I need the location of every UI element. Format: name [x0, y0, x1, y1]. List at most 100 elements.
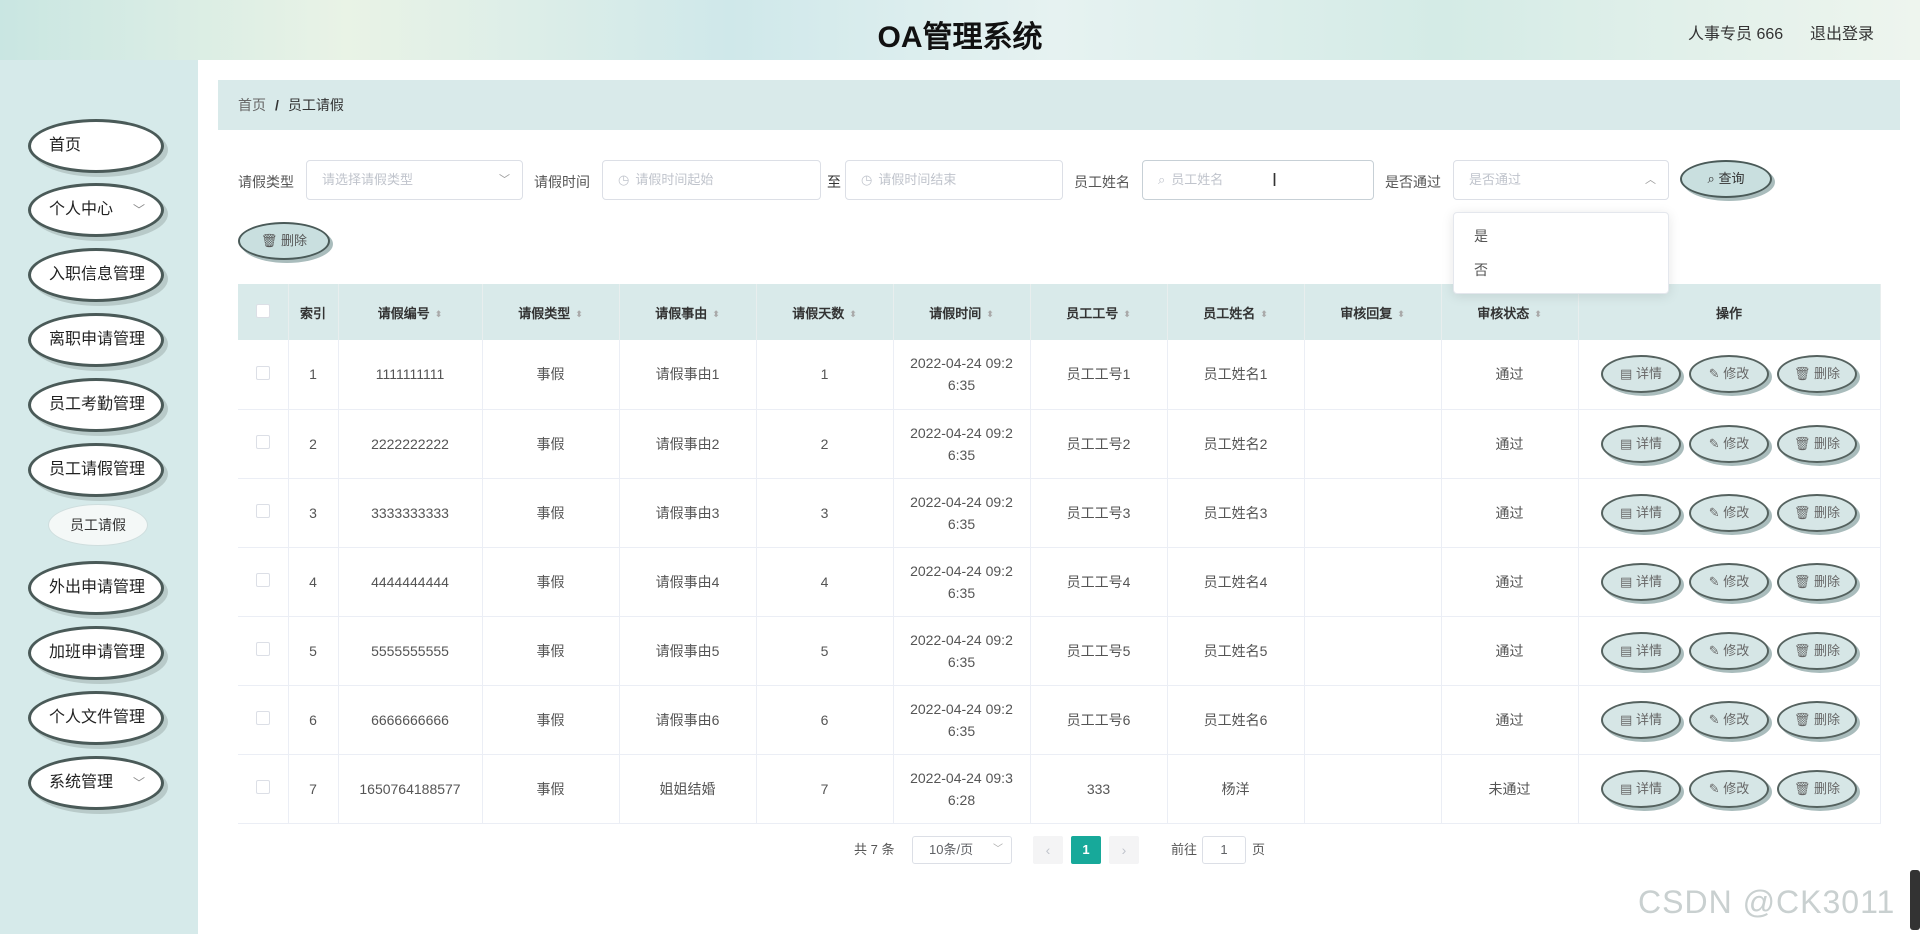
row-actions: ▤ 详情 ✎ 修改 🗑 删除 — [1578, 478, 1881, 548]
cell-time-line1: 2022-04-24 09:2 — [910, 631, 1013, 648]
cell-no: 1650764188577 — [338, 754, 483, 824]
goto-page-input[interactable]: 1 — [1202, 836, 1246, 864]
detail-button[interactable]: ▤ 详情 — [1601, 424, 1681, 463]
sidebar-item[interactable]: 离职申请管理 — [28, 313, 164, 367]
row-checkbox[interactable] — [255, 435, 270, 449]
cell-name: 员工姓名3 — [1167, 478, 1305, 548]
approved-select[interactable]: 是否通过 ︿ — [1453, 160, 1669, 200]
sidebar-subitem-leave[interactable]: 员工请假 — [48, 504, 148, 546]
document-icon: ▤ — [1620, 642, 1636, 658]
col-reply[interactable]: 审核回复 ⬍ — [1304, 284, 1442, 340]
cell-no: 1111111111 — [338, 340, 483, 410]
col-emp-name[interactable]: 员工姓名 ⬍ — [1167, 284, 1305, 340]
row-select-cell — [238, 409, 289, 479]
col-emp-name-label: 员工姓名 — [1203, 305, 1256, 321]
select-all-checkbox[interactable] — [255, 303, 270, 318]
page-1-button[interactable]: 1 — [1071, 836, 1101, 864]
col-emp-no[interactable]: 员工工号 ⬍ — [1030, 284, 1168, 340]
cell-days: 4 — [756, 547, 894, 617]
edit-button[interactable]: ✎ 修改 — [1689, 700, 1769, 739]
logout-link[interactable]: 退出登录 — [1810, 20, 1874, 44]
col-leave-days[interactable]: 请假天数 ⬍ — [756, 284, 894, 340]
row-checkbox[interactable] — [255, 642, 270, 656]
edit-button[interactable]: ✎ 修改 — [1689, 631, 1769, 670]
page-size-select[interactable]: 10条/页 ﹀ — [912, 836, 1012, 864]
col-leave-reason[interactable]: 请假事由 ⬍ — [619, 284, 757, 340]
query-button[interactable]: ⌕ 查询 — [1680, 160, 1772, 198]
row-checkbox[interactable] — [255, 504, 270, 518]
cell-idx: 6 — [288, 685, 339, 755]
batch-delete-button[interactable]: 🗑 删除 — [238, 222, 330, 260]
cell-days: 7 — [756, 754, 894, 824]
sidebar-item-label: 个人文件管理 — [49, 709, 146, 726]
detail-button[interactable]: ▤ 详情 — [1601, 562, 1681, 601]
sidebar-item[interactable]: 个人中心 ﹀ — [28, 183, 164, 237]
row-checkbox[interactable] — [255, 365, 270, 380]
sort-icon[interactable]: ⬍ — [986, 309, 994, 320]
leave-type-select[interactable]: 请选择请假类型 ﹀ — [306, 160, 523, 200]
delete-button[interactable]: 🗑 删除 — [1777, 562, 1857, 601]
sort-icon[interactable]: ⬍ — [1123, 309, 1131, 320]
detail-button[interactable]: ▤ 详情 — [1601, 769, 1681, 808]
detail-button[interactable]: ▤ 详情 — [1601, 355, 1681, 394]
sidebar-item[interactable]: 系统管理 ﹀ — [28, 756, 164, 810]
sort-icon[interactable]: ⬍ — [849, 309, 857, 320]
scrollbar-handle[interactable] — [1910, 870, 1920, 930]
sidebar-item[interactable]: 个人文件管理 — [28, 691, 164, 745]
detail-button[interactable]: ▤ 详情 — [1601, 493, 1681, 532]
sort-icon[interactable]: ⬍ — [1260, 309, 1268, 320]
edit-icon: ✎ — [1708, 366, 1724, 382]
document-icon: ▤ — [1620, 573, 1636, 589]
next-page-button[interactable]: › — [1109, 836, 1139, 864]
col-leave-type[interactable]: 请假类型 ⬍ — [482, 284, 620, 340]
detail-button[interactable]: ▤ 详情 — [1601, 700, 1681, 739]
sort-icon[interactable]: ⬍ — [575, 309, 583, 320]
row-checkbox[interactable] — [255, 573, 270, 587]
sidebar-item[interactable]: 外出申请管理 — [28, 561, 164, 615]
edit-button[interactable]: ✎ 修改 — [1689, 493, 1769, 532]
dropdown-option-yes[interactable]: 是 — [1454, 219, 1668, 253]
col-leave-time[interactable]: 请假时间 ⬍ — [893, 284, 1031, 340]
sort-icon[interactable]: ⬍ — [435, 309, 443, 320]
sidebar-item[interactable]: 员工请假管理 — [28, 443, 164, 497]
sidebar-item[interactable]: 首页 — [28, 119, 164, 173]
edit-button[interactable]: ✎ 修改 — [1689, 424, 1769, 463]
row-checkbox[interactable] — [255, 711, 270, 725]
edit-button[interactable]: ✎ 修改 — [1689, 562, 1769, 601]
sidebar-item[interactable]: 员工考勤管理 — [28, 378, 164, 432]
table-row: 7 1650764188577 事假 姐姐结婚 7 2022-04-24 09:3 6:28… — [238, 754, 1881, 824]
sidebar-item[interactable]: 加班申请管理 — [28, 626, 164, 680]
edit-label: 修改 — [1723, 642, 1750, 658]
cell-reason: 请假事由6 — [619, 685, 757, 755]
watermark: CSDN @CK3011 — [1638, 884, 1896, 920]
employee-name-input[interactable]: ⌕ 员工姓名 — [1142, 160, 1374, 200]
delete-button[interactable]: 🗑 删除 — [1777, 493, 1857, 532]
leave-time-start-input[interactable]: ◷ 请假时间起始 — [602, 160, 821, 200]
delete-button[interactable]: 🗑 删除 — [1777, 355, 1857, 394]
sidebar-item[interactable]: 入职信息管理 — [28, 248, 164, 302]
sidebar-item-label: 外出申请管理 — [49, 579, 146, 596]
trash-icon: 🗑 — [1793, 366, 1815, 382]
prev-page-button[interactable]: ‹ — [1033, 836, 1063, 864]
delete-button[interactable]: 🗑 删除 — [1777, 631, 1857, 670]
delete-button[interactable]: 🗑 删除 — [1777, 424, 1857, 463]
edit-button[interactable]: ✎ 修改 — [1689, 355, 1769, 394]
col-leave-no[interactable]: 请假编号 ⬍ — [338, 284, 483, 340]
delete-label: 删除 — [1814, 642, 1841, 658]
sort-icon[interactable]: ⬍ — [712, 309, 720, 320]
detail-button[interactable]: ▤ 详情 — [1601, 631, 1681, 670]
breadcrumb: 首页 / 员工请假 — [218, 80, 1900, 130]
sort-icon[interactable]: ⬍ — [1397, 309, 1405, 320]
delete-button[interactable]: 🗑 删除 — [1777, 700, 1857, 739]
edit-button[interactable]: ✎ 修改 — [1689, 769, 1769, 808]
leave-time-end-input[interactable]: ◷ 请假时间结束 — [845, 160, 1063, 200]
delete-label: 删除 — [1814, 780, 1841, 796]
dropdown-option-no[interactable]: 否 — [1454, 253, 1668, 287]
cell-status: 通过 — [1441, 478, 1579, 548]
sidebar-item-label: 个人中心 — [49, 201, 114, 218]
row-checkbox[interactable] — [255, 780, 270, 794]
detail-label: 详情 — [1635, 366, 1662, 382]
delete-button[interactable]: 🗑 删除 — [1777, 769, 1857, 808]
sort-icon[interactable]: ⬍ — [1534, 309, 1542, 320]
breadcrumb-home[interactable]: 首页 — [238, 97, 266, 113]
